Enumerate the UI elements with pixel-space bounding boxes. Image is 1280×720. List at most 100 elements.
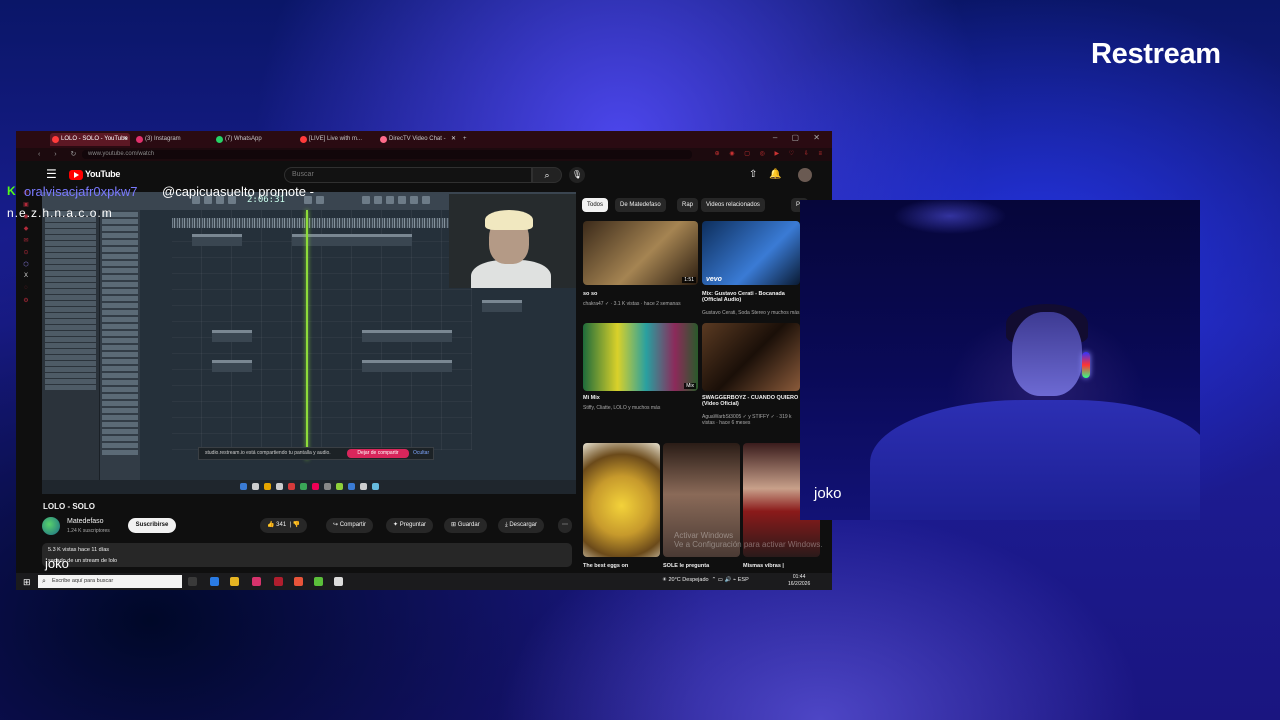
download-button[interactable]: ⤓ Descargar <box>498 518 545 533</box>
folder-icon[interactable] <box>230 577 239 586</box>
window-controls[interactable]: – ▢ ✕ <box>773 133 826 142</box>
video-thumbnail[interactable]: vevo <box>702 221 800 285</box>
waveform <box>172 218 472 228</box>
browser-tab[interactable]: [LIVE] Live with m... <box>298 133 374 146</box>
ask-button[interactable]: ✦ Preguntar <box>386 518 434 533</box>
search-icon[interactable]: ⌕ <box>532 167 562 183</box>
avatar[interactable] <box>798 168 812 182</box>
screen-share-notice: studio.restream.io está compartiendo tu … <box>198 447 434 460</box>
youtube-icon <box>52 136 59 143</box>
subscriber-count: 1.24 K suscriptores <box>67 528 110 534</box>
taskbar-clock[interactable]: 01:44 16/2/2026 <box>788 574 810 588</box>
share-button[interactable]: ↪ Compartir <box>326 518 374 533</box>
search-input[interactable]: Buscar <box>284 167 532 183</box>
thumbs-up-icon: 👍 <box>267 522 275 528</box>
browser-tab[interactable]: LOLO - SOLO - YouTube ✕ <box>50 133 130 146</box>
daw-playlist <box>172 210 522 450</box>
chip-rap[interactable]: Rap <box>677 198 699 212</box>
windows-taskbar: ⊞ Escribe aquí para buscar ☀ 20°C Despej… <box>16 573 832 590</box>
duration-badge: 1:51 <box>682 277 696 283</box>
video-card-meta: Stiffy, Cliatte, LOLO y muchos más <box>583 405 661 411</box>
video-card-title[interactable]: The best eggs on <box>583 563 660 569</box>
youtube-header: ☰ YouTube Buscar ⌕ 🎙 ⇧🔔 <box>16 161 832 189</box>
chat-message-continuation: n.e.z.h.n.a.c.o.m <box>7 206 113 220</box>
video-description[interactable]: 5.3 K vistas hace 11 días sacado de un s… <box>42 543 572 567</box>
video-card-title[interactable]: Mix: Gustavo Cerati - Bocanada (Official… <box>702 291 800 305</box>
subscribe-button[interactable]: Suscribirse <box>128 518 176 533</box>
youtube-wordmark[interactable]: YouTube <box>85 169 120 179</box>
sidebar-icon[interactable]: ◌ <box>16 285 36 297</box>
video-thumbnail[interactable] <box>583 443 660 557</box>
video-card-title[interactable]: SOLE le pregunta <box>663 563 740 569</box>
browser-sidebar: ◎ ▣ ◉ ◆ ✉ ⊙ ⬡ X ◌ ⚙ <box>16 189 36 559</box>
stop-sharing-button[interactable]: Dejar de compartir <box>347 449 409 458</box>
video-card-meta: AguaWarbSt3005 ✓ y STIFFY ✓ · 319 k vist… <box>702 414 792 426</box>
app-icon[interactable] <box>334 577 343 586</box>
browser-tab-bar: LOLO - SOLO - YouTube ✕ (3) Instagram (7… <box>16 131 832 148</box>
restream-logo: Restream <box>1091 38 1221 70</box>
video-player[interactable]: 2:06:31 studio.restream.io está comparti… <box>42 192 576 494</box>
video-card-title[interactable]: SWAGGERBOYZ - CUANDO QUIERO (Video Ofici… <box>702 395 800 409</box>
url-field[interactable]: www.youtube.com/watch <box>82 150 692 159</box>
browser-tab[interactable]: (3) Instagram <box>134 133 210 146</box>
streamer-camera <box>449 194 576 288</box>
new-tab-button[interactable]: + <box>460 133 474 146</box>
video-card-title[interactable]: so so <box>583 291 698 297</box>
edge-icon[interactable] <box>210 577 219 586</box>
sidebar-icon[interactable]: ⬡ <box>16 261 36 273</box>
video-thumbnail[interactable] <box>702 323 800 391</box>
video-card-meta: Gustavo Cerati, Soda Stereo y muchos más <box>702 310 800 316</box>
hide-button[interactable]: Ocultar <box>413 448 429 459</box>
sparkle-icon: ✦ <box>393 522 400 528</box>
video-title: LOLO - SOLO <box>43 502 95 511</box>
browser-icon[interactable] <box>274 577 283 586</box>
sidebar-icon[interactable]: ✉ <box>16 237 36 249</box>
windows-start-icon[interactable]: ⊞ <box>23 577 31 588</box>
participant-name-screen: joko <box>45 556 69 571</box>
sidebar-icon[interactable]: ◆ <box>16 225 36 237</box>
app-icon[interactable] <box>294 577 303 586</box>
daw-browser-panel <box>42 210 100 494</box>
screen-share: LOLO - SOLO - YouTube ✕ (3) Instagram (7… <box>16 131 832 590</box>
opera-icon[interactable] <box>252 577 261 586</box>
x-icon[interactable]: X <box>16 273 36 285</box>
extension-icons[interactable]: ⊕ ◉ ▢ ◎ ▶ ♡ ⇩ ≡ <box>715 148 826 161</box>
chip-channel[interactable]: De Matedefaso <box>615 198 666 212</box>
chip-todos[interactable]: Todos <box>582 198 609 212</box>
chat-username: oralvisacjafr0xpkw7 <box>24 184 138 199</box>
daw-channel-list <box>100 210 140 494</box>
sidebar-icon[interactable]: ⚙ <box>16 297 36 309</box>
taskbar-search-input[interactable]: Escribe aquí para buscar <box>38 575 182 588</box>
video-card-title[interactable]: Mismas vibras | <box>743 563 820 569</box>
chip-related[interactable]: Videos relacionados <box>701 198 765 212</box>
video-thumbnail[interactable]: 1:51 <box>583 221 698 285</box>
kick-icon: K <box>7 184 16 198</box>
bookmark-icon: ⊞ <box>451 522 458 528</box>
live-icon <box>300 136 307 143</box>
share-icon: ↪ <box>333 522 340 528</box>
browser-tab[interactable]: DirecTV Video Chat - ✕ <box>378 133 458 146</box>
upload-notification-icons[interactable]: ⇧🔔 <box>749 169 794 180</box>
sidebar-icon[interactable]: ⊙ <box>16 249 36 261</box>
video-card-title[interactable]: Mi Mix <box>583 395 698 401</box>
close-icon[interactable]: ✕ <box>451 133 456 146</box>
like-button[interactable]: 👍 341 | 👎 <box>260 518 308 533</box>
close-icon[interactable]: ✕ <box>123 133 128 146</box>
thumbs-down-icon[interactable]: | 👎 <box>288 522 301 528</box>
nav-buttons[interactable]: ‹ › ↻ <box>38 148 82 161</box>
youtube-logo-icon[interactable] <box>69 170 83 180</box>
fl-studio-icon[interactable] <box>314 577 323 586</box>
channel-name[interactable]: Matedefaso <box>67 518 104 525</box>
whatsapp-icon <box>216 136 223 143</box>
browser-tab[interactable]: (7) WhatsApp <box>214 133 292 146</box>
video-thumbnail[interactable]: Mix <box>583 323 698 391</box>
chat-icon <box>380 136 387 143</box>
more-options-icon[interactable]: ⋯ <box>558 518 572 533</box>
microphone-icon[interactable]: 🎙 <box>569 167 585 183</box>
save-button[interactable]: ⊞ Guardar <box>444 518 487 533</box>
channel-avatar[interactable] <box>42 517 60 535</box>
weather-widget[interactable]: ☀ 20°C Despejado ⌃ ▭ 🔊 ⌁ ESP <box>662 577 749 583</box>
daw-taskbar <box>42 480 576 494</box>
task-view-icon[interactable] <box>188 577 197 586</box>
menu-icon[interactable]: ☰ <box>46 167 57 181</box>
